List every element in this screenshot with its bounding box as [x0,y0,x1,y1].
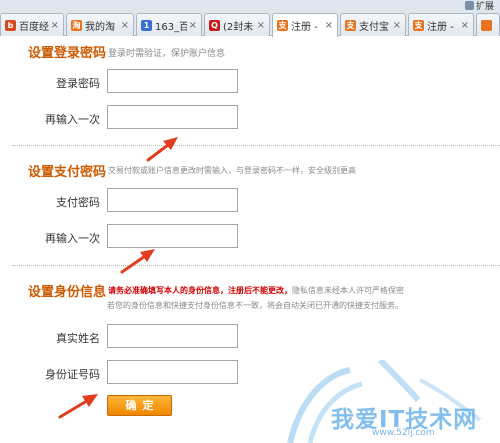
tab-close-icon[interactable]: × [257,20,265,31]
pay-password-confirm-input[interactable] [107,224,238,248]
qq-favicon-icon: Q [209,19,220,31]
tab-163[interactable]: 1 163_百 × [136,13,202,36]
tab-label: 我的淘 [85,21,115,33]
extensions-button[interactable]: 扩展 [464,0,494,12]
identity-hint: 请务必准确填写本人的身份信息，注册后不能更改，隐私信息未经本人许可严格保密 [108,285,404,296]
watermark-url: www.52ij.com [372,428,435,438]
alipay-favicon-icon: 支 [277,20,288,31]
identity-privacy-text: 隐私信息未经本人许可严格保密 [292,286,404,295]
tab-register-2[interactable]: 支 注册 - × [408,13,474,36]
arrow-icon [58,394,98,419]
confirm-button[interactable]: 确定 [107,395,172,416]
tab-qq-mail[interactable]: Q (2封未 × [204,13,270,36]
arrow-icon [120,249,155,274]
section-divider [12,265,500,266]
tab-close-icon[interactable]: × [121,20,129,31]
tab-label: 163_百 [155,21,187,33]
tab-close-icon[interactable]: × [325,20,333,31]
alipay-favicon-icon: 支 [345,19,356,31]
pay-password-label: 支付密码 [56,196,100,209]
netease-favicon-icon: 1 [141,19,152,31]
tab-label: 注册 - [427,21,454,33]
tab-label: (2封未 [223,21,254,33]
browser-tab-strip: 扩展 b 百度经 × 淘 我的淘 × 1 163_百 × Q (2封未 × 支 … [0,0,500,37]
tab-taobao[interactable]: 淘 我的淘 × [66,13,134,36]
tab-alipay[interactable]: 支 支付宝 × [340,13,406,36]
arrow-icon [146,137,178,162]
login-password-hint: 登录时需验证，保护账户信息 [108,49,226,59]
pay-password-input[interactable] [107,188,238,212]
login-password-confirm-input[interactable] [107,105,238,129]
puzzle-icon [464,1,474,10]
pay-password-confirm-label: 再输入一次 [45,232,100,245]
identity-hint-line2: 若您的身份信息和快捷支付身份信息不一致，将会自动关闭已开通的快捷支付服务。 [107,301,403,310]
alipay-favicon-icon [481,19,492,31]
taobao-favicon-icon: 淘 [71,19,82,31]
id-number-input[interactable] [107,360,238,384]
tab-baidu-jingyan[interactable]: b 百度经 × [0,13,64,36]
identity-section-title: 设置身份信息 [28,285,107,300]
login-password-label: 登录密码 [56,77,100,90]
tab-close-icon[interactable]: × [461,20,469,31]
real-name-label: 真实姓名 [56,332,100,345]
tab-label: 百度经 [19,21,49,33]
tab-label: 支付宝 [359,21,389,33]
tab-close-icon[interactable]: × [51,20,59,31]
alipay-favicon-icon: 支 [413,19,424,31]
id-number-label: 身份证号码 [45,368,100,381]
tab-register-active[interactable]: 支 注册 - × [272,13,338,37]
tab-overflow[interactable] [476,13,500,36]
login-password-section-title: 设置登录密码 [28,46,107,61]
tab-close-icon[interactable]: × [393,20,401,31]
tab-label: 注册 - [291,22,318,33]
section-divider [12,145,500,146]
pay-password-hint: 交易付款或账户信息更改时需输入，与登录密码不一样，安全级别更高 [108,166,356,175]
identity-warning-text: 请务必准确填写本人的身份信息，注册后不能更改， [108,286,292,295]
real-name-input[interactable] [107,324,238,348]
baidu-favicon-icon: b [5,19,16,31]
tab-close-icon[interactable]: × [189,20,197,31]
extensions-label: 扩展 [475,2,494,12]
login-password-input[interactable] [107,69,238,93]
pay-password-section-title: 设置支付密码 [28,165,107,180]
login-password-confirm-label: 再输入一次 [45,113,100,126]
